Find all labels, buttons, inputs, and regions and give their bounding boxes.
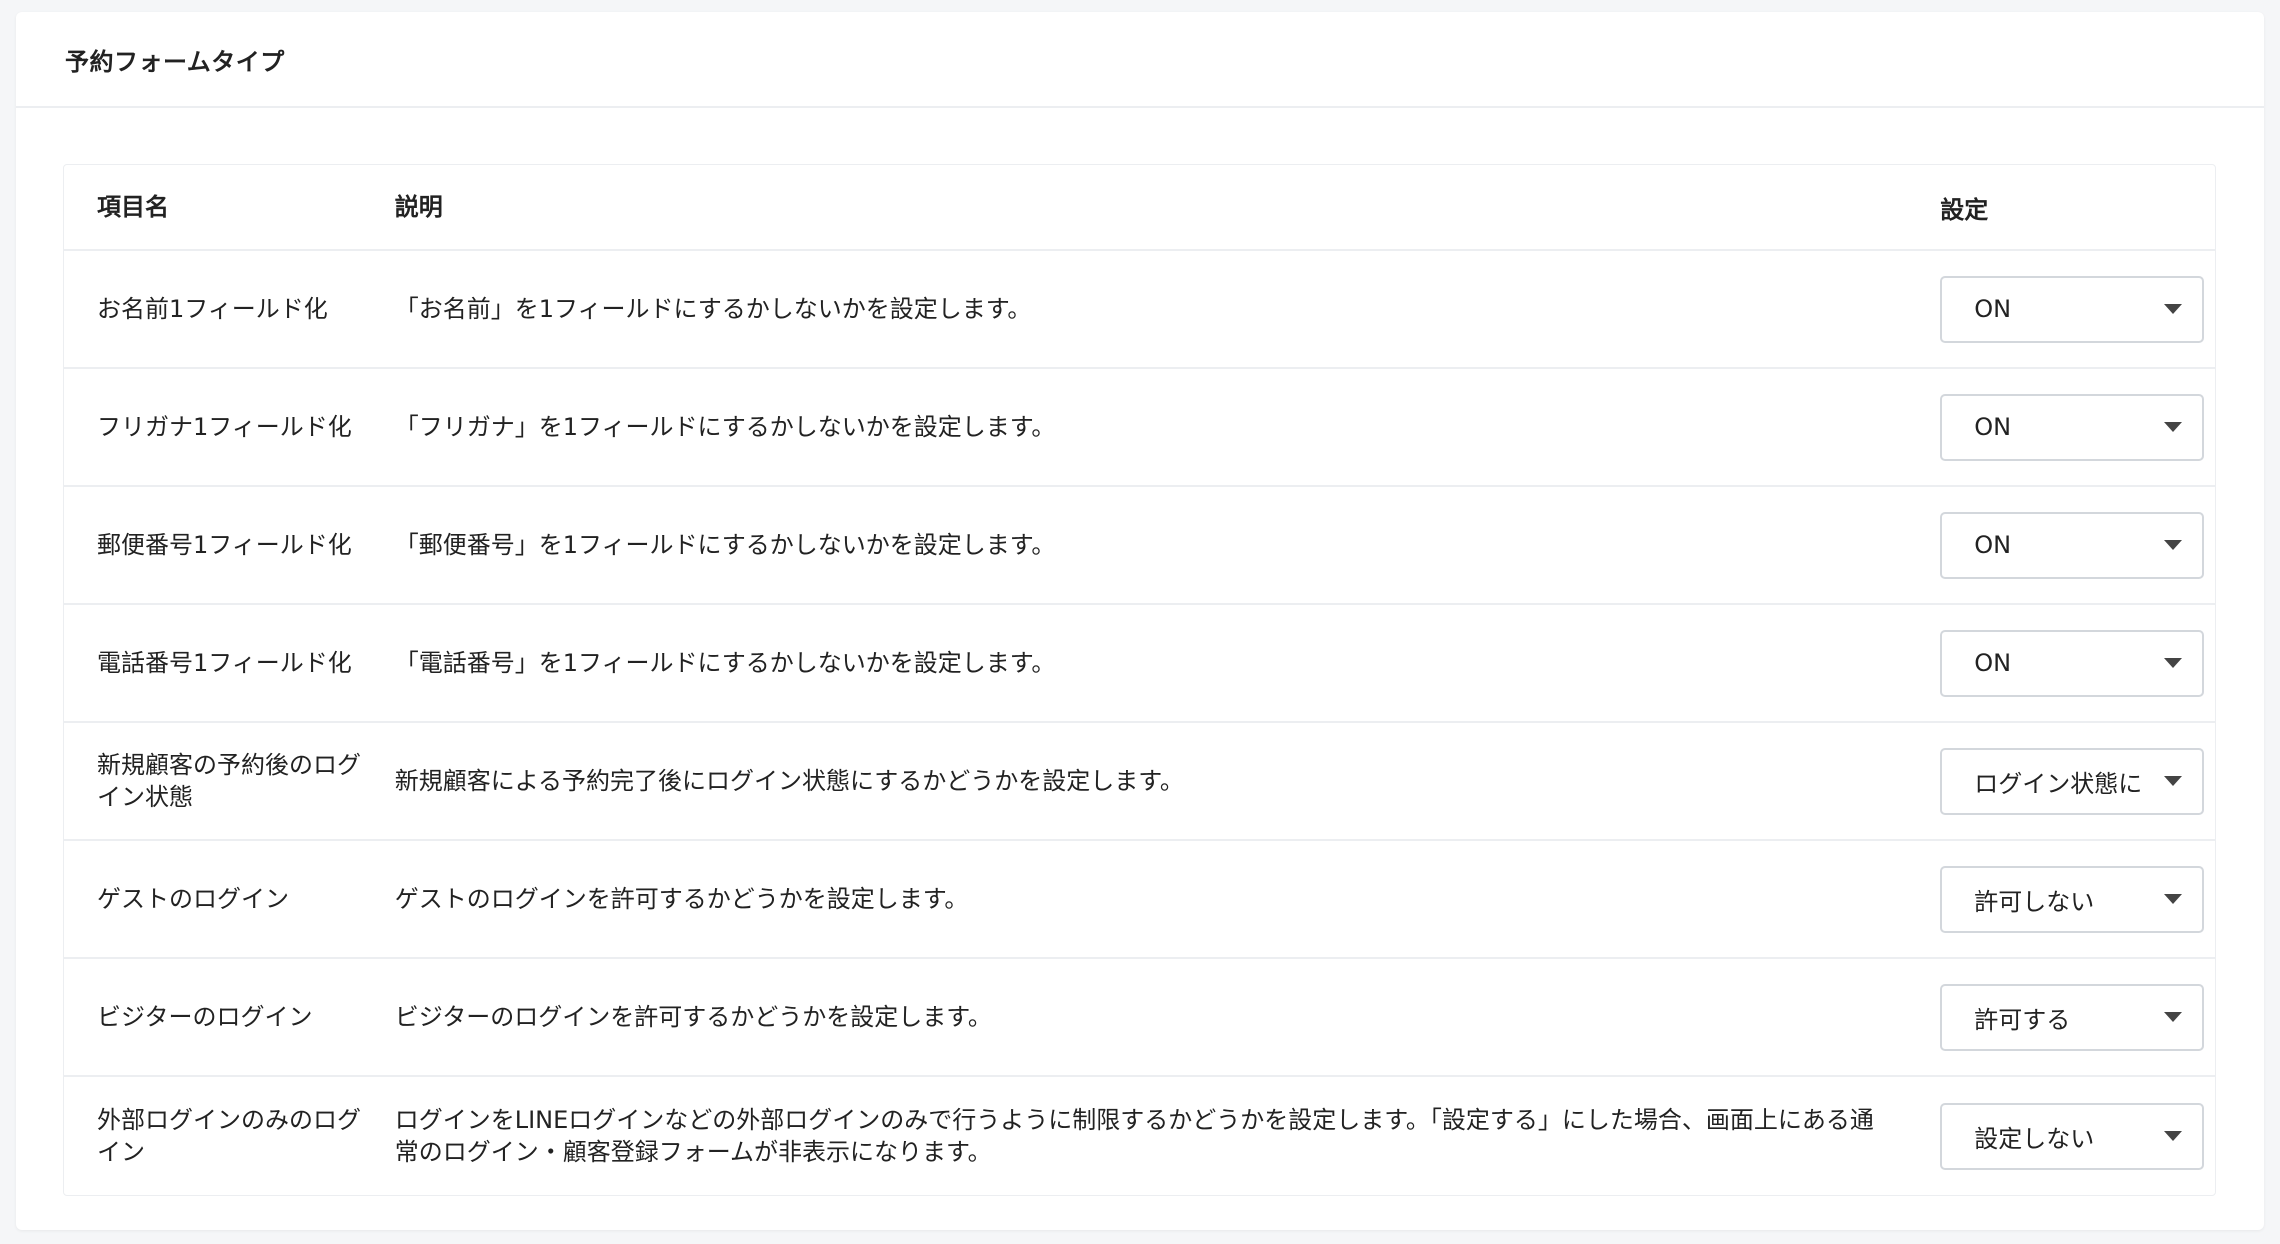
chevron-down-icon bbox=[2164, 894, 2183, 904]
table-row: 郵便番号1フィールド化 「郵便番号」を1フィールドにするかしないかを設定します。… bbox=[64, 487, 2215, 605]
card-header: 予約フォームタイプ bbox=[16, 12, 2264, 108]
chevron-down-icon bbox=[2164, 1012, 2183, 1022]
row-description: 「お名前」を1フィールドにするかしないかを設定します。 bbox=[394, 295, 1032, 323]
setting-select-visitor-login[interactable]: 許可する bbox=[1940, 983, 2205, 1051]
table-header: 項目名 説明 設定 bbox=[64, 165, 2215, 251]
row-name: ビジターのログイン bbox=[97, 1003, 313, 1031]
table-row: ゲストのログイン ゲストのログインを許可するかどうかを設定します。 許可しない bbox=[64, 841, 2215, 959]
row-name: お名前1フィールド化 bbox=[97, 295, 328, 323]
row-description: ビジターのログインを許可するかどうかを設定します。 bbox=[394, 1003, 992, 1031]
table-row: お名前1フィールド化 「お名前」を1フィールドにするかしないかを設定します。 O… bbox=[64, 251, 2215, 369]
select-value: ログイン状態に bbox=[1974, 769, 2143, 798]
row-name: フリガナ1フィールド化 bbox=[97, 413, 352, 441]
chevron-down-icon bbox=[2164, 776, 2183, 786]
header-setting: 設定 bbox=[1940, 195, 1989, 224]
header-name: 項目名 bbox=[97, 193, 169, 221]
card-title: 予約フォームタイプ bbox=[65, 47, 285, 76]
setting-select-name-single-field[interactable]: ON bbox=[1940, 275, 2205, 343]
setting-select-postal-single-field[interactable]: ON bbox=[1940, 511, 2205, 579]
table-row: ビジターのログイン ビジターのログインを許可するかどうかを設定します。 許可する bbox=[64, 959, 2215, 1077]
row-description: ゲストのログインを許可するかどうかを設定します。 bbox=[394, 885, 969, 913]
select-value: ON bbox=[1974, 413, 2012, 441]
table-row: 電話番号1フィールド化 「電話番号」を1フィールドにするかしないかを設定します。… bbox=[64, 605, 2215, 723]
select-value: ON bbox=[1974, 295, 2012, 323]
row-name: 新規顧客の予約後のログイン状態 bbox=[97, 751, 361, 811]
chevron-down-icon bbox=[2164, 658, 2183, 668]
header-description: 説明 bbox=[394, 193, 443, 221]
row-description: 「フリガナ」を1フィールドにするかしないかを設定します。 bbox=[394, 413, 1056, 441]
table-row: 外部ログインのみのログイン ログインをLINEログインなどの外部ログインのみで行… bbox=[64, 1077, 2215, 1195]
settings-card: 予約フォームタイプ 項目名 説明 設定 お名前1フィールド化 「お名前」を1フィ… bbox=[16, 12, 2264, 1230]
setting-select-furigana-single-field[interactable]: ON bbox=[1940, 393, 2205, 461]
chevron-down-icon bbox=[2164, 422, 2183, 432]
chevron-down-icon bbox=[2164, 540, 2183, 550]
setting-select-new-customer-login[interactable]: ログイン状態に bbox=[1940, 747, 2205, 815]
select-value: ON bbox=[1974, 531, 2012, 559]
chevron-down-icon bbox=[2164, 1131, 2183, 1141]
table-row: フリガナ1フィールド化 「フリガナ」を1フィールドにするかしないかを設定します。… bbox=[64, 369, 2215, 487]
select-value: ON bbox=[1974, 649, 2012, 677]
setting-select-guest-login[interactable]: 許可しない bbox=[1940, 865, 2205, 933]
row-name: ゲストのログイン bbox=[97, 885, 289, 913]
select-value: 許可する bbox=[1974, 1005, 2071, 1034]
table-row: 新規顧客の予約後のログイン状態 新規顧客による予約完了後にログイン状態にするかど… bbox=[64, 723, 2215, 841]
row-description: 「郵便番号」を1フィールドにするかしないかを設定します。 bbox=[394, 531, 1056, 559]
select-value: 許可しない bbox=[1974, 887, 2095, 916]
row-name: 郵便番号1フィールド化 bbox=[97, 531, 352, 559]
settings-table: 項目名 説明 設定 お名前1フィールド化 「お名前」を1フィールドにするかしない… bbox=[63, 164, 2216, 1196]
setting-select-phone-single-field[interactable]: ON bbox=[1940, 629, 2205, 697]
chevron-down-icon bbox=[2164, 304, 2183, 314]
setting-select-external-login-only[interactable]: 設定しない bbox=[1940, 1102, 2205, 1170]
row-description: ログインをLINEログインなどの外部ログインのみで行うように制限するかどうかを設… bbox=[394, 1106, 1874, 1166]
select-value: 設定しない bbox=[1974, 1124, 2095, 1153]
row-description: 新規顧客による予約完了後にログイン状態にするかどうかを設定します。 bbox=[394, 767, 1184, 795]
row-name: 外部ログインのみのログイン bbox=[97, 1106, 361, 1166]
row-name: 電話番号1フィールド化 bbox=[97, 649, 352, 677]
row-description: 「電話番号」を1フィールドにするかしないかを設定します。 bbox=[394, 649, 1056, 677]
